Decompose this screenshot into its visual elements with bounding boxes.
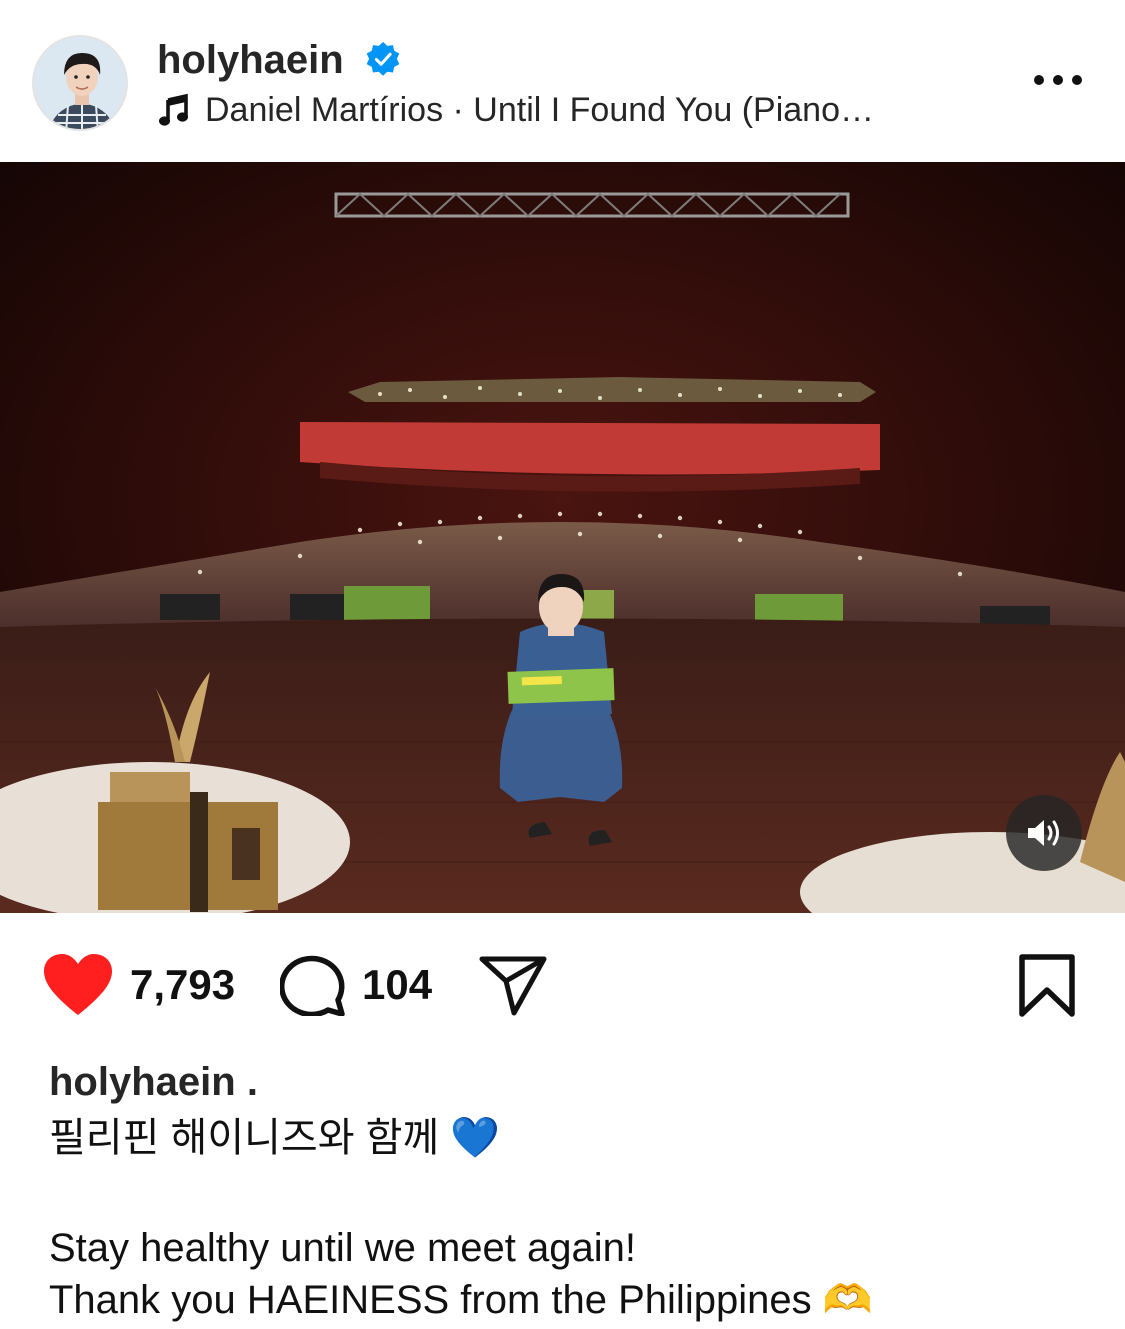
comment-icon	[280, 955, 345, 1016]
audio-track-text: Daniel Martírios · Until I Found You (Pi…	[205, 90, 874, 129]
speaker-icon	[1028, 820, 1059, 846]
caption-username[interactable]: holyhaein .	[49, 1058, 1089, 1106]
caption-line: 필리핀 해이니즈와 함께 💙	[49, 1116, 501, 1160]
verified-badge-icon	[366, 41, 400, 76]
comment-button[interactable]: 104	[280, 954, 432, 1016]
like-button[interactable]: 7,793	[42, 953, 235, 1017]
volume-toggle-button[interactable]	[1006, 795, 1082, 871]
heart-filled-icon	[44, 954, 112, 1015]
comment-count[interactable]: 104	[362, 961, 432, 1009]
audio-track-link[interactable]: Daniel Martírios · Until I Found You (Pi…	[157, 88, 874, 132]
post-header: holyhaein Daniel Martírios · Until I Fou…	[0, 0, 1125, 162]
caption-line: Thank you HAEINESS from the Philippines …	[49, 1278, 873, 1322]
share-button[interactable]	[478, 955, 548, 1017]
bookmark-icon	[1019, 954, 1075, 1017]
action-bar: 7,793 104	[0, 935, 1125, 1035]
more-options-icon[interactable]	[1030, 62, 1086, 98]
music-note-icon	[159, 93, 188, 126]
like-count[interactable]: 7,793	[130, 961, 235, 1009]
avatar[interactable]	[32, 35, 128, 131]
username[interactable]: holyhaein	[157, 38, 344, 83]
send-icon	[479, 956, 547, 1016]
caption-line: Stay healthy until we meet again!	[49, 1226, 637, 1270]
post-caption: holyhaein . 필리핀 해이니즈와 함께 💙 Stay healthy …	[49, 1058, 1089, 1326]
save-button[interactable]	[1018, 954, 1076, 1018]
post-photo[interactable]	[0, 162, 1125, 913]
